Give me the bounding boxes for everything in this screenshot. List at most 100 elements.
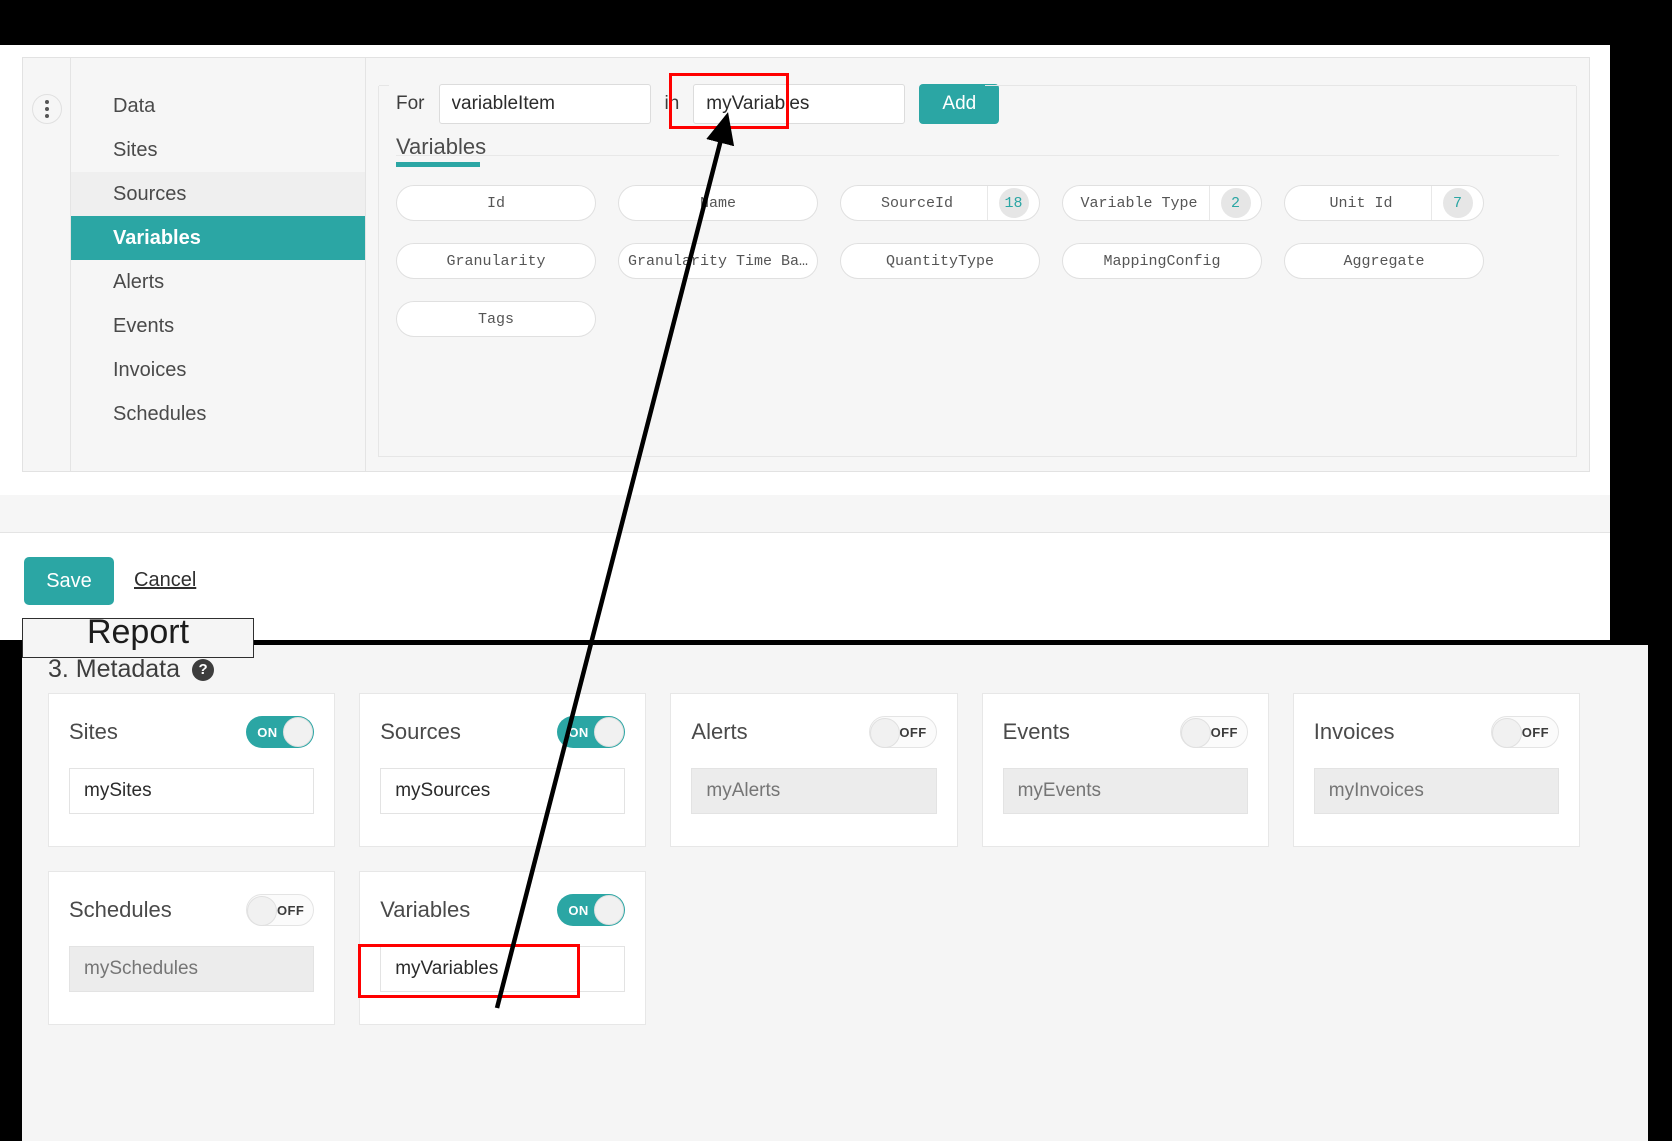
toggle-knob	[594, 717, 624, 747]
toggle-label: ON	[257, 725, 277, 740]
field-chip-unit-id[interactable]: Unit Id 7	[1284, 185, 1484, 221]
chip-label: MappingConfig	[1063, 253, 1261, 270]
cancel-link[interactable]: Cancel	[134, 569, 196, 592]
section-title-text: 3. Metadata	[48, 655, 180, 684]
sidebar-item-data[interactable]: Data	[71, 84, 365, 128]
sidebar-item-invoices[interactable]: Invoices	[71, 348, 365, 392]
chip-count-badge: 7	[1431, 186, 1483, 220]
card-title: Variables	[380, 897, 470, 923]
events-name-input	[1003, 768, 1248, 814]
sidebar-item-events[interactable]: Events	[71, 304, 365, 348]
kebab-rail	[23, 58, 71, 471]
card-title: Events	[1003, 719, 1070, 745]
field-chip-id[interactable]: Id	[396, 185, 596, 221]
toggle-label: OFF	[1522, 725, 1549, 740]
field-chip-quantitytype[interactable]: QuantityType	[840, 243, 1040, 279]
variable-editor-panel: Data Sites Sources Variables Alerts Even…	[0, 45, 1610, 640]
card-header: Sites ON	[69, 712, 314, 752]
card-header: Sources ON	[380, 712, 625, 752]
card-header: Alerts OFF	[691, 712, 936, 752]
toggle-schedules[interactable]: OFF	[246, 894, 314, 926]
field-chip-sourceid[interactable]: SourceId 18	[840, 185, 1040, 221]
chip-label: Granularity Time Ba…	[619, 253, 817, 270]
chip-count-badge: 18	[987, 186, 1039, 220]
toggle-label: ON	[568, 903, 588, 918]
toggle-variables[interactable]: ON	[557, 894, 625, 926]
chip-count-badge: 2	[1209, 186, 1261, 220]
chip-label: Id	[397, 195, 595, 212]
invoices-name-input	[1314, 768, 1559, 814]
card-title: Sources	[380, 719, 461, 745]
sidebar-item-sites[interactable]: Sites	[71, 128, 365, 172]
metadata-card-alerts: Alerts OFF	[670, 693, 957, 847]
toggle-knob	[1181, 718, 1211, 748]
toggle-invoices[interactable]: OFF	[1491, 716, 1559, 748]
card-title: Alerts	[691, 719, 747, 745]
metadata-card-variables: Variables ON	[359, 871, 646, 1025]
chip-label: QuantityType	[841, 253, 1039, 270]
toggle-label: OFF	[277, 903, 304, 918]
card-header: Invoices OFF	[1314, 712, 1559, 752]
metadata-section-heading: 3. Metadata ?	[48, 655, 214, 684]
toggle-events[interactable]: OFF	[1180, 716, 1248, 748]
chip-label: Unit Id	[1285, 195, 1431, 212]
card-header: Events OFF	[1003, 712, 1248, 752]
alerts-name-input	[691, 768, 936, 814]
sidebar-item-sources[interactable]: Sources	[71, 172, 365, 216]
editor-shell: Data Sites Sources Variables Alerts Even…	[22, 57, 1590, 472]
toggle-alerts[interactable]: OFF	[869, 716, 937, 748]
field-chip-name[interactable]: Name	[618, 185, 818, 221]
question-mark-icon[interactable]: ?	[192, 659, 214, 681]
report-title-box: Report	[22, 618, 254, 658]
field-chip-variable-type[interactable]: Variable Type 2	[1062, 185, 1262, 221]
toggle-knob	[247, 896, 277, 926]
sources-name-input[interactable]	[380, 768, 625, 814]
toggle-sources[interactable]: ON	[557, 716, 625, 748]
toggle-label: ON	[568, 725, 588, 740]
chip-count-value: 2	[1221, 188, 1251, 218]
chip-label: Aggregate	[1285, 253, 1483, 270]
chip-count-value: 7	[1443, 188, 1473, 218]
toggle-knob	[870, 718, 900, 748]
chip-count-value: 18	[999, 188, 1029, 218]
variables-name-input[interactable]	[380, 946, 625, 992]
variables-panel: Variables Id Name SourceId 18	[378, 86, 1577, 457]
sidebar-item-alerts[interactable]: Alerts	[71, 260, 365, 304]
card-title: Schedules	[69, 897, 172, 923]
field-chip-mappingconfig[interactable]: MappingConfig	[1062, 243, 1262, 279]
metadata-card-events: Events OFF	[982, 693, 1269, 847]
card-title: Sites	[69, 719, 118, 745]
sidebar-item-schedules[interactable]: Schedules	[71, 392, 365, 436]
tab-variables[interactable]: Variables	[396, 134, 1577, 160]
sites-name-input[interactable]	[69, 768, 314, 814]
chip-label: Granularity	[397, 253, 595, 270]
schedules-name-input	[69, 946, 314, 992]
save-button[interactable]: Save	[24, 557, 114, 605]
metadata-card-sources: Sources ON	[359, 693, 646, 847]
editor-nav-list: Data Sites Sources Variables Alerts Even…	[71, 58, 366, 471]
toggle-knob	[594, 895, 624, 925]
panel-gap	[0, 495, 1610, 532]
kebab-menu-icon[interactable]	[32, 94, 62, 124]
card-header: Schedules OFF	[69, 890, 314, 930]
editor-main: For in Add Variables Id Name	[366, 58, 1589, 471]
tab-rule	[396, 155, 1559, 156]
card-header: Variables ON	[380, 890, 625, 930]
field-chip-granularity[interactable]: Granularity	[396, 243, 596, 279]
field-chip-aggregate[interactable]: Aggregate	[1284, 243, 1484, 279]
toggle-sites[interactable]: ON	[246, 716, 314, 748]
metadata-card-grid: Sites ON Sources ON Alerts	[48, 693, 1580, 1025]
field-chip-granularity-time-base[interactable]: Granularity Time Ba…	[618, 243, 818, 279]
chip-label: Tags	[397, 311, 595, 328]
toggle-label: OFF	[899, 725, 926, 740]
toggle-knob	[1492, 718, 1522, 748]
toggle-knob	[283, 717, 313, 747]
chip-label: Name	[619, 195, 817, 212]
sidebar-item-variables[interactable]: Variables	[71, 216, 365, 260]
metadata-card-sites: Sites ON	[48, 693, 335, 847]
field-chip-list: Id Name SourceId 18 Variable Type	[378, 167, 1577, 337]
metadata-card-invoices: Invoices OFF	[1293, 693, 1580, 847]
toggle-label: OFF	[1211, 725, 1238, 740]
field-chip-tags[interactable]: Tags	[396, 301, 596, 337]
metadata-card-schedules: Schedules OFF	[48, 871, 335, 1025]
